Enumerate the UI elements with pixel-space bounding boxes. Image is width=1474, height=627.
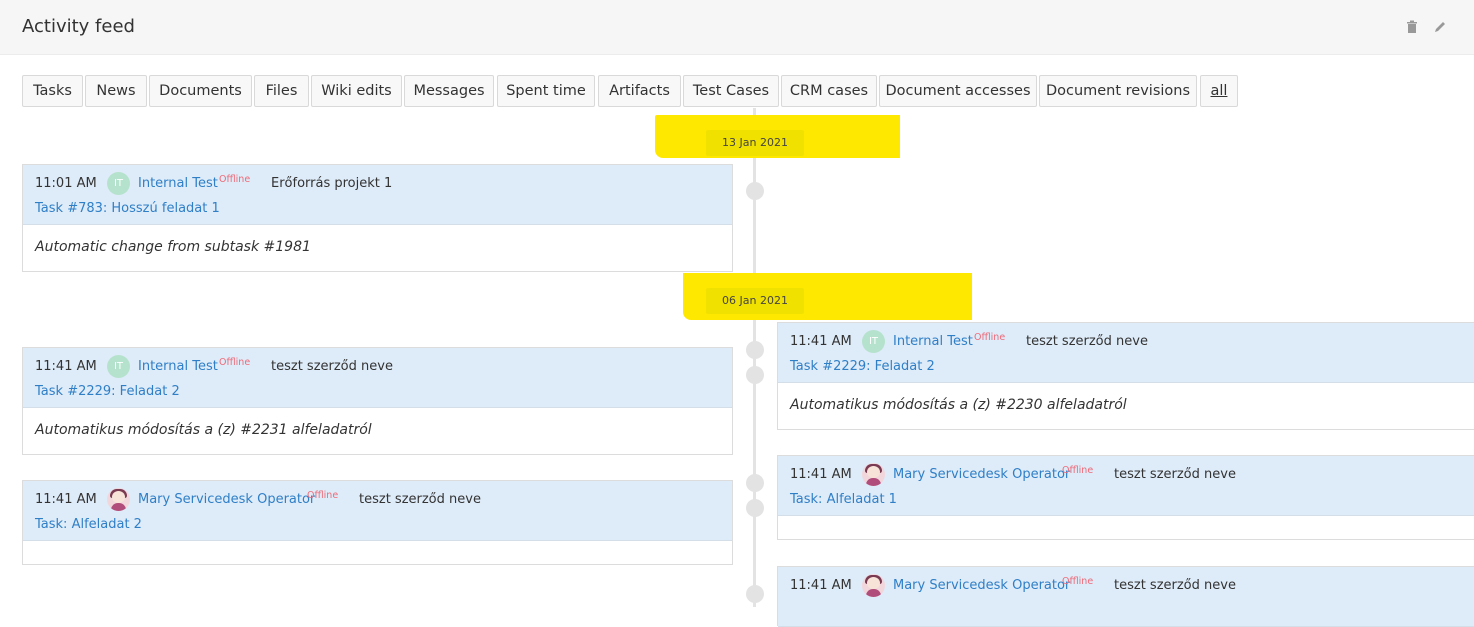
- date-badge: 06 Jan 2021: [706, 288, 804, 314]
- timeline-dot: [746, 585, 764, 603]
- activity-time: 11:41 AM: [35, 492, 97, 507]
- tab-documents[interactable]: Documents: [149, 75, 252, 107]
- timeline-dot: [746, 182, 764, 200]
- trash-icon[interactable]: [1405, 20, 1419, 34]
- user-link[interactable]: Internal Test: [893, 334, 973, 349]
- user-link[interactable]: Mary Servicedesk Operator: [893, 578, 1070, 593]
- activity-card: 11:41 AM Mary Servicedesk Operator Offli…: [777, 455, 1474, 540]
- timeline-dot: [746, 341, 764, 359]
- status-badge: Offline: [1062, 576, 1094, 587]
- avatar: IT: [862, 330, 885, 353]
- date-badge: 13 Jan 2021: [706, 130, 804, 156]
- activity-card-header: 11:41 AM IT Internal Test Offline teszt …: [778, 323, 1474, 383]
- activity-time: 11:41 AM: [790, 578, 852, 593]
- activity-card-header: 11:41 AM IT Internal Test Offline teszt …: [23, 348, 732, 408]
- activity-time: 11:41 AM: [790, 467, 852, 482]
- task-link[interactable]: Task: Alfeladat 2: [35, 517, 142, 532]
- project-name: teszt szerződ neve: [359, 492, 481, 507]
- timeline-dot: [746, 499, 764, 517]
- tab-test-cases[interactable]: Test Cases: [683, 75, 779, 107]
- status-badge: Offline: [219, 174, 251, 185]
- tab-messages[interactable]: Messages: [404, 75, 494, 107]
- task-link[interactable]: Task #783: Hosszú feladat 1: [35, 201, 220, 216]
- tab-crm-cases[interactable]: CRM cases: [781, 75, 877, 107]
- activity-card: 11:41 AM Mary Servicedesk Operator Offli…: [22, 480, 733, 565]
- task-link[interactable]: Task #2229: Feladat 2: [790, 359, 935, 374]
- widget-header: Activity feed: [0, 0, 1474, 55]
- project-name: teszt szerződ neve: [271, 359, 393, 374]
- tab-artifacts[interactable]: Artifacts: [598, 75, 681, 107]
- avatar: IT: [107, 172, 130, 195]
- activity-card: 11:01 AM IT Internal Test Offline Erőfor…: [22, 164, 733, 272]
- task-link[interactable]: Task #2229: Feladat 2: [35, 384, 180, 399]
- status-badge: Offline: [974, 332, 1006, 343]
- user-avatar-photo: [862, 574, 885, 597]
- activity-card-header: 11:41 AM Mary Servicedesk Operator Offli…: [23, 481, 732, 541]
- activity-card: 11:41 AM IT Internal Test Offline teszt …: [777, 322, 1474, 430]
- page-title: Activity feed: [22, 16, 135, 37]
- user-link[interactable]: Internal Test: [138, 359, 218, 374]
- activity-time: 11:41 AM: [35, 359, 97, 374]
- activity-time: 11:01 AM: [35, 176, 97, 191]
- user-link[interactable]: Internal Test: [138, 176, 218, 191]
- activity-card-header: 11:41 AM Mary Servicedesk Operator Offli…: [778, 567, 1474, 627]
- tab-all[interactable]: all: [1200, 75, 1238, 107]
- project-name: Erőforrás projekt 1: [271, 176, 393, 191]
- activity-time: 11:41 AM: [790, 334, 852, 349]
- tab-wiki-edits[interactable]: Wiki edits: [311, 75, 402, 107]
- activity-card: 11:41 AM IT Internal Test Offline teszt …: [22, 347, 733, 455]
- activity-body: Automatikus módosítás a (z) #2230 alfela…: [790, 397, 1127, 413]
- user-avatar-photo: [862, 463, 885, 486]
- timeline-dot: [746, 366, 764, 384]
- project-name: teszt szerződ neve: [1114, 578, 1236, 593]
- user-avatar-photo: [107, 488, 130, 511]
- avatar: IT: [107, 355, 130, 378]
- project-name: teszt szerződ neve: [1114, 467, 1236, 482]
- status-badge: Offline: [219, 357, 251, 368]
- tab-news[interactable]: News: [85, 75, 147, 107]
- user-link[interactable]: Mary Servicedesk Operator: [138, 492, 315, 507]
- pencil-icon[interactable]: [1433, 20, 1447, 34]
- status-badge: Offline: [1062, 465, 1094, 476]
- task-link[interactable]: Task: Alfeladat 1: [790, 492, 897, 507]
- tab-files[interactable]: Files: [254, 75, 309, 107]
- project-name: teszt szerződ neve: [1026, 334, 1148, 349]
- activity-body: Automatikus módosítás a (z) #2231 alfela…: [35, 422, 372, 438]
- activity-body: Automatic change from subtask #1981: [35, 239, 311, 255]
- activity-card-header: 11:41 AM Mary Servicedesk Operator Offli…: [778, 456, 1474, 516]
- tab-spent-time[interactable]: Spent time: [497, 75, 595, 107]
- activity-card: 11:41 AM Mary Servicedesk Operator Offli…: [777, 566, 1474, 627]
- timeline-dot: [746, 474, 764, 492]
- tab-tasks[interactable]: Tasks: [22, 75, 83, 107]
- activity-card-header: 11:01 AM IT Internal Test Offline Erőfor…: [23, 165, 732, 225]
- status-badge: Offline: [307, 490, 339, 501]
- user-link[interactable]: Mary Servicedesk Operator: [893, 467, 1070, 482]
- tab-document-revisions[interactable]: Document revisions: [1039, 75, 1197, 107]
- tab-document-accesses[interactable]: Document accesses: [879, 75, 1037, 107]
